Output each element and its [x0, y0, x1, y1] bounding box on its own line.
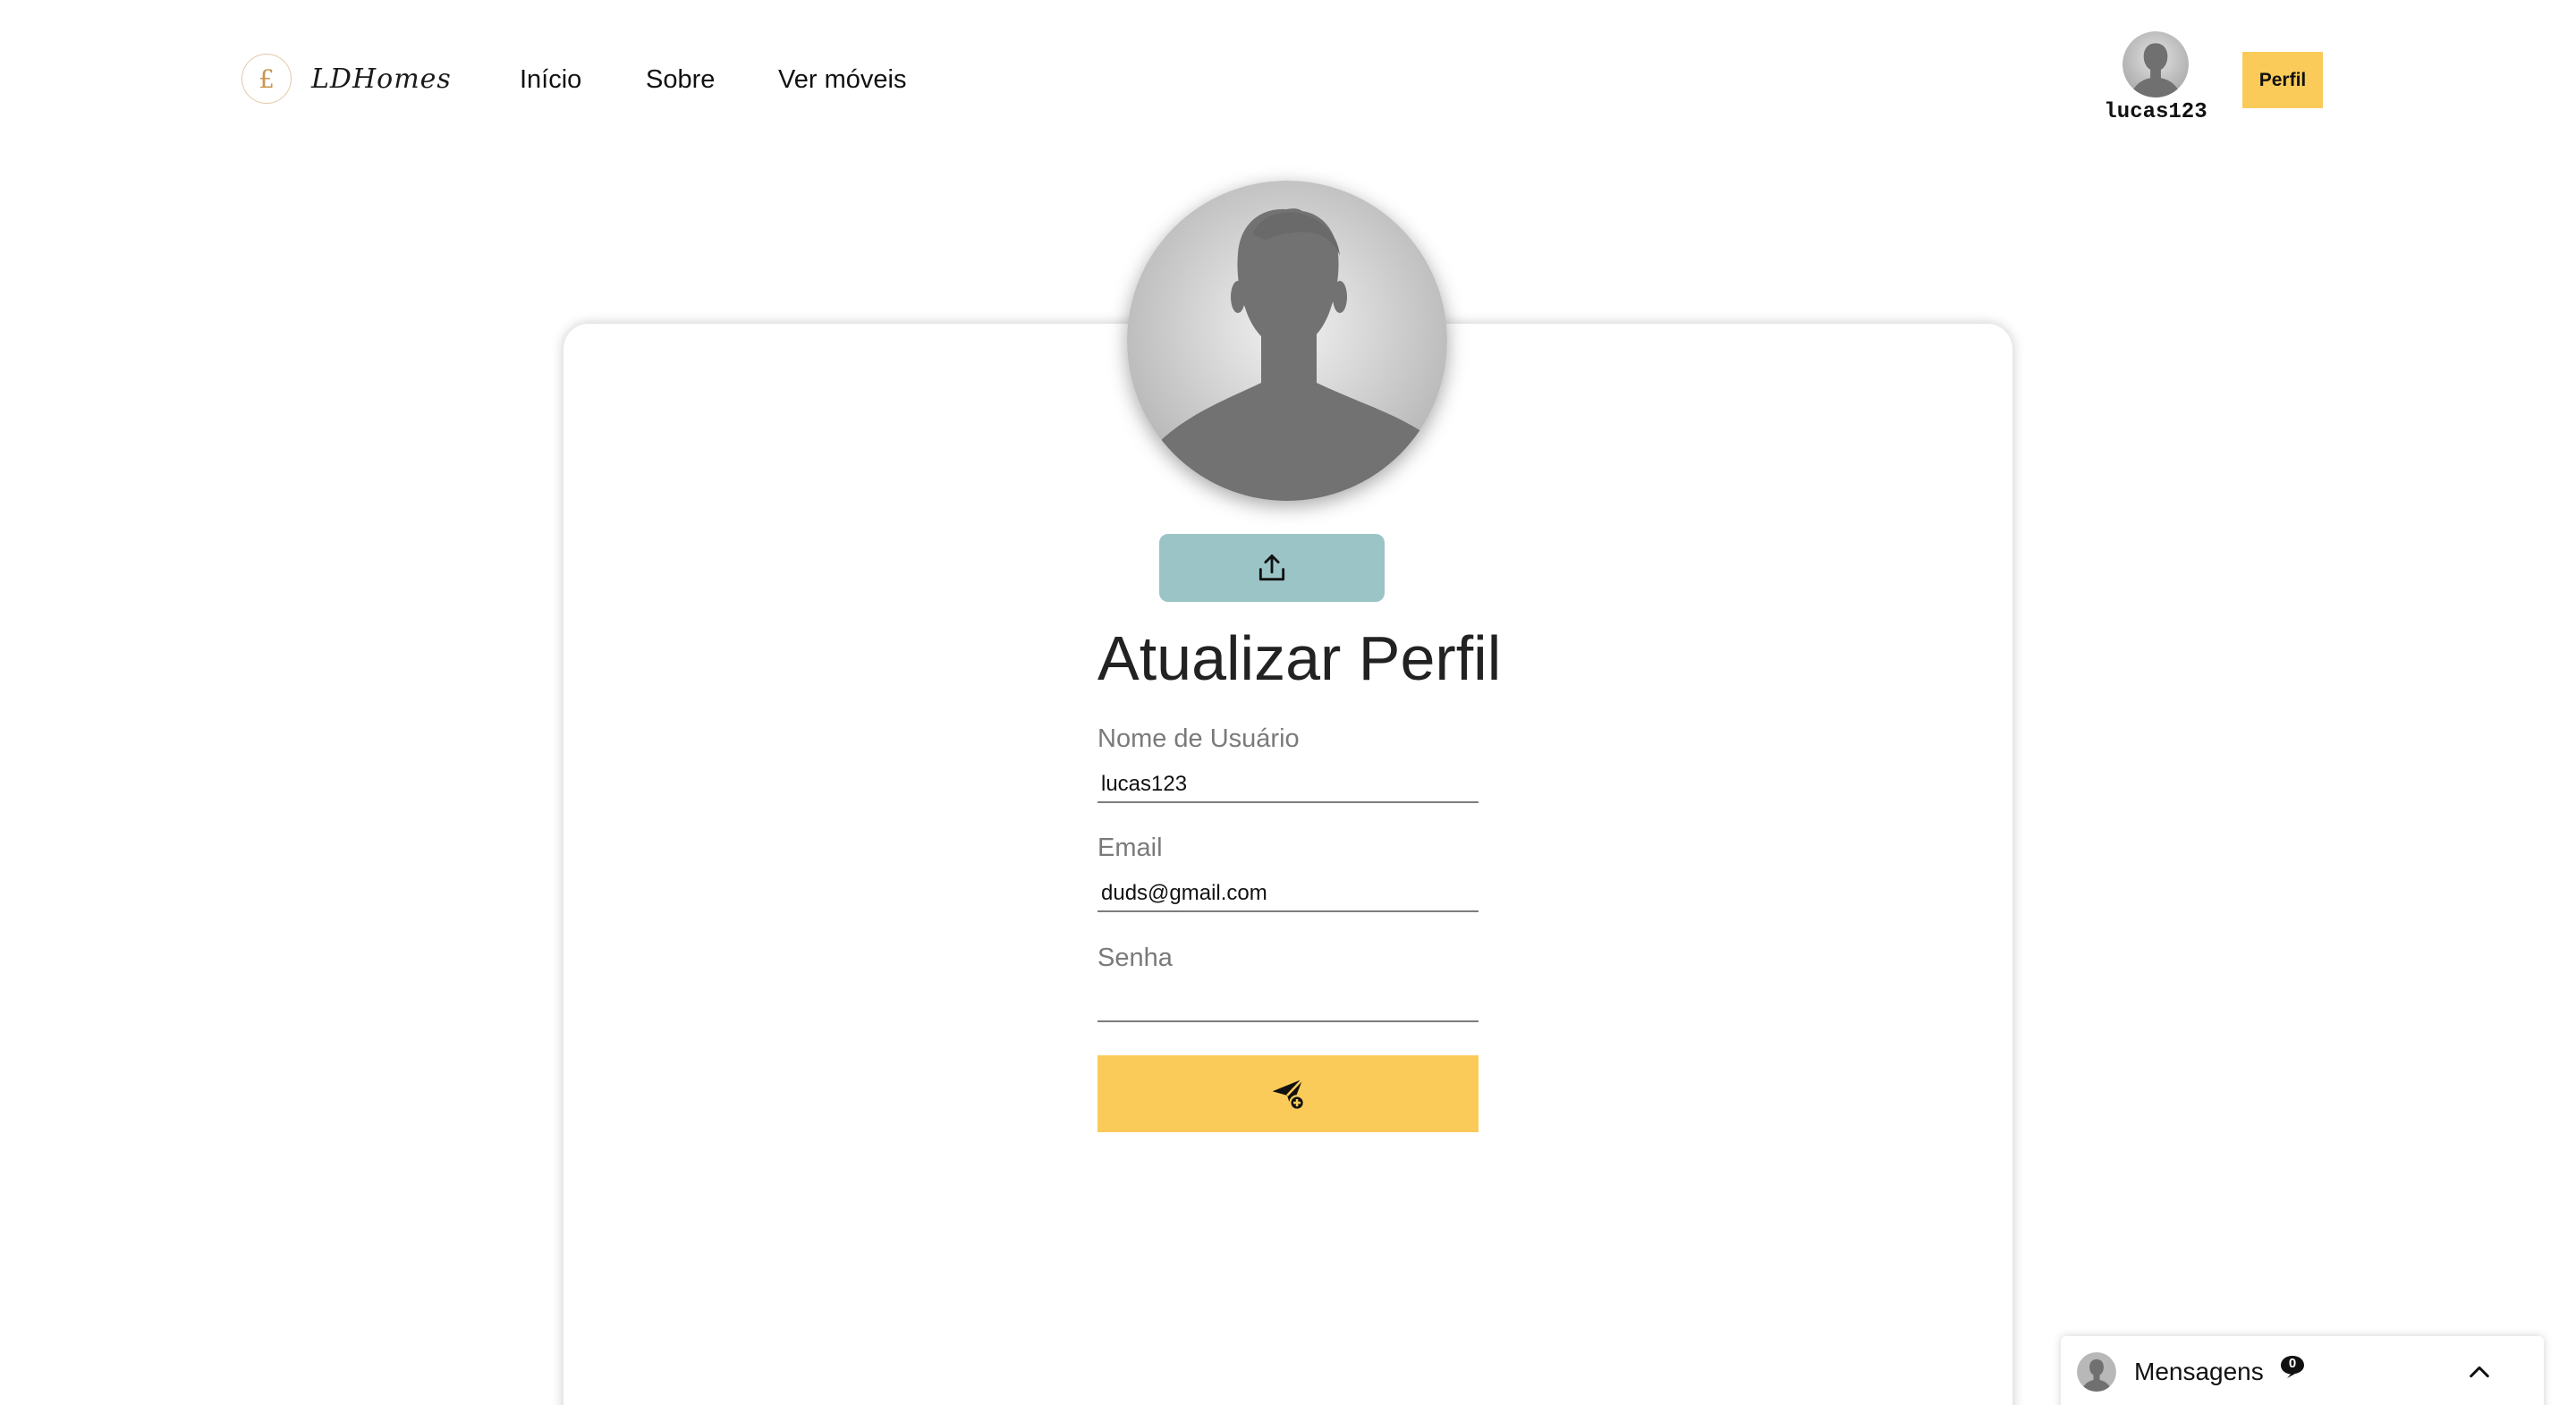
perfil-button[interactable]: Perfil — [2242, 52, 2323, 108]
messages-panel[interactable]: Mensagens 0 — [2061, 1336, 2544, 1405]
app-root: £ LDHomes Início Sobre Ver móveis lucas1… — [0, 0, 2576, 1405]
brand-name[interactable]: LDHomes — [311, 57, 452, 102]
messages-title: Mensagens — [2134, 1358, 2264, 1385]
nav-link-inicio[interactable]: Início — [520, 59, 581, 100]
profile-photo — [1127, 181, 1447, 501]
upload-icon — [1258, 554, 1285, 581]
nav-link-ver-moveis[interactable]: Ver móveis — [778, 59, 906, 100]
email-label: Email — [1097, 834, 1163, 862]
email-input[interactable] — [1097, 876, 1479, 912]
password-input[interactable] — [1097, 986, 1479, 1022]
brand-logo[interactable]: £ — [242, 54, 292, 104]
messages-count-badge: 0 — [2279, 1354, 2306, 1379]
header-avatar[interactable] — [2123, 31, 2189, 97]
logo-letter: £ — [258, 63, 275, 94]
password-label: Senha — [1097, 944, 1173, 972]
upload-photo-button[interactable] — [1159, 534, 1385, 602]
send-plane-icon — [1272, 1078, 1305, 1111]
chevron-up-icon[interactable] — [2465, 1358, 2494, 1386]
username-input[interactable] — [1097, 767, 1479, 803]
submit-button[interactable] — [1097, 1055, 1479, 1132]
header-username: lucas123 — [2104, 100, 2207, 124]
username-label: Nome de Usuário — [1097, 724, 1300, 753]
user-silhouette-icon — [2123, 31, 2189, 97]
messages-avatar — [2077, 1352, 2116, 1392]
user-silhouette-icon — [2077, 1352, 2116, 1392]
messages-count: 0 — [2288, 1356, 2297, 1371]
profile-silhouette-icon — [1127, 181, 1447, 501]
nav-link-sobre[interactable]: Sobre — [646, 59, 715, 100]
form-title: Atualizar Perfil — [1097, 623, 1502, 693]
